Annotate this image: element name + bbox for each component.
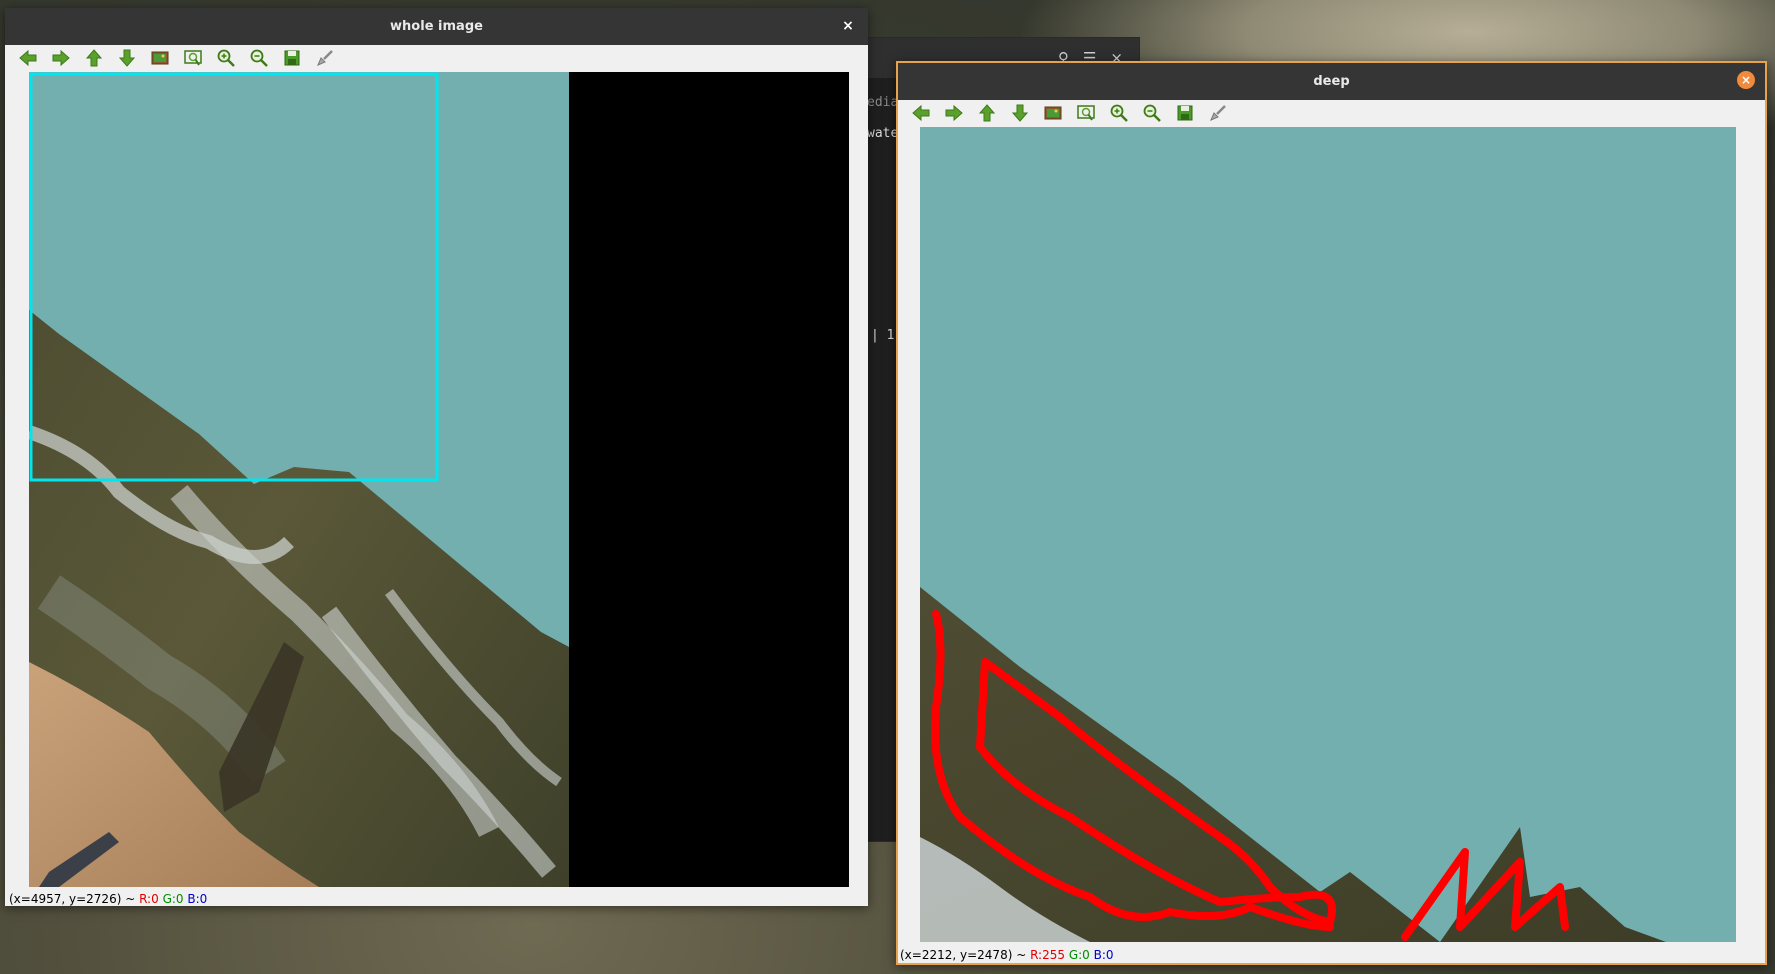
zoom-in-icon: [216, 48, 236, 72]
arrow-down-icon: [1010, 103, 1030, 127]
arrow-down-icon: [117, 48, 137, 72]
blue-value: B:0: [187, 892, 208, 906]
zoom-original-button[interactable]: [1040, 102, 1066, 128]
zoom-out-button[interactable]: [246, 47, 272, 73]
zoom-fit-icon: [183, 48, 203, 72]
zoom-in-button[interactable]: [1106, 102, 1132, 128]
close-button[interactable]: ×: [840, 18, 856, 34]
toolbar: [5, 45, 868, 75]
cursor-coordinates: (x=4957, y=2726) ~: [9, 892, 140, 906]
image-icon: [1043, 103, 1063, 127]
terminal-output-line: wate: [867, 126, 899, 141]
arrow-right-icon: [944, 103, 964, 127]
arrow-left-icon: [18, 48, 38, 72]
pan-left-button[interactable]: [15, 47, 41, 73]
pan-up-button[interactable]: [81, 47, 107, 73]
zoom-fit-button[interactable]: [1073, 102, 1099, 128]
window-title: deep: [1313, 74, 1350, 89]
zoom-in-icon: [1109, 103, 1129, 127]
green-value: G:0: [1068, 948, 1090, 962]
pan-down-button[interactable]: [1007, 102, 1033, 128]
deep-window: deep × (x=2212, y=2478) ~ R:255 G:0 B:0: [896, 61, 1767, 965]
pan-right-button[interactable]: [48, 47, 74, 73]
close-button[interactable]: ×: [1737, 71, 1755, 89]
zoom-out-icon: [249, 48, 269, 72]
whole-image-view: [29, 72, 849, 887]
pan-up-button[interactable]: [974, 102, 1000, 128]
pan-down-button[interactable]: [114, 47, 140, 73]
whole-image-window: whole image × (x=4957, y=2726) ~ R:0 G:0…: [5, 8, 868, 906]
green-value: G:0: [162, 892, 184, 906]
whole-image-canvas[interactable]: [29, 72, 849, 887]
save-icon: [1175, 103, 1195, 127]
arrow-up-icon: [84, 48, 104, 72]
blue-value: B:0: [1093, 948, 1114, 962]
cursor-coordinates: (x=2212, y=2478) ~: [900, 948, 1031, 962]
arrow-left-icon: [911, 103, 931, 127]
red-value: R:0: [139, 892, 159, 906]
terminal-output-line: | 1: [871, 328, 895, 343]
brush-icon: [1208, 103, 1228, 127]
red-value: R:255: [1030, 948, 1065, 962]
save-icon: [282, 48, 302, 72]
pan-left-button[interactable]: [908, 102, 934, 128]
zoom-out-button[interactable]: [1139, 102, 1165, 128]
arrow-right-icon: [51, 48, 71, 72]
save-button[interactable]: [279, 47, 305, 73]
properties-button[interactable]: [312, 47, 338, 73]
window-title: whole image: [390, 19, 483, 34]
deep-image-view: [920, 127, 1736, 942]
zoom-original-button[interactable]: [147, 47, 173, 73]
zoom-fit-button[interactable]: [180, 47, 206, 73]
deep-image-canvas[interactable]: [920, 127, 1736, 942]
pan-right-button[interactable]: [941, 102, 967, 128]
zoom-fit-icon: [1076, 103, 1096, 127]
toolbar: [898, 100, 1765, 130]
whole-image-titlebar[interactable]: whole image ×: [5, 8, 868, 45]
properties-button[interactable]: [1205, 102, 1231, 128]
deep-titlebar[interactable]: deep ×: [898, 63, 1765, 100]
arrow-up-icon: [977, 103, 997, 127]
image-icon: [150, 48, 170, 72]
status-bar: (x=4957, y=2726) ~ R:0 G:0 B:0: [9, 892, 207, 906]
zoom-in-button[interactable]: [213, 47, 239, 73]
zoom-out-icon: [1142, 103, 1162, 127]
save-button[interactable]: [1172, 102, 1198, 128]
brush-icon: [315, 48, 335, 72]
status-bar: (x=2212, y=2478) ~ R:255 G:0 B:0: [900, 948, 1114, 962]
